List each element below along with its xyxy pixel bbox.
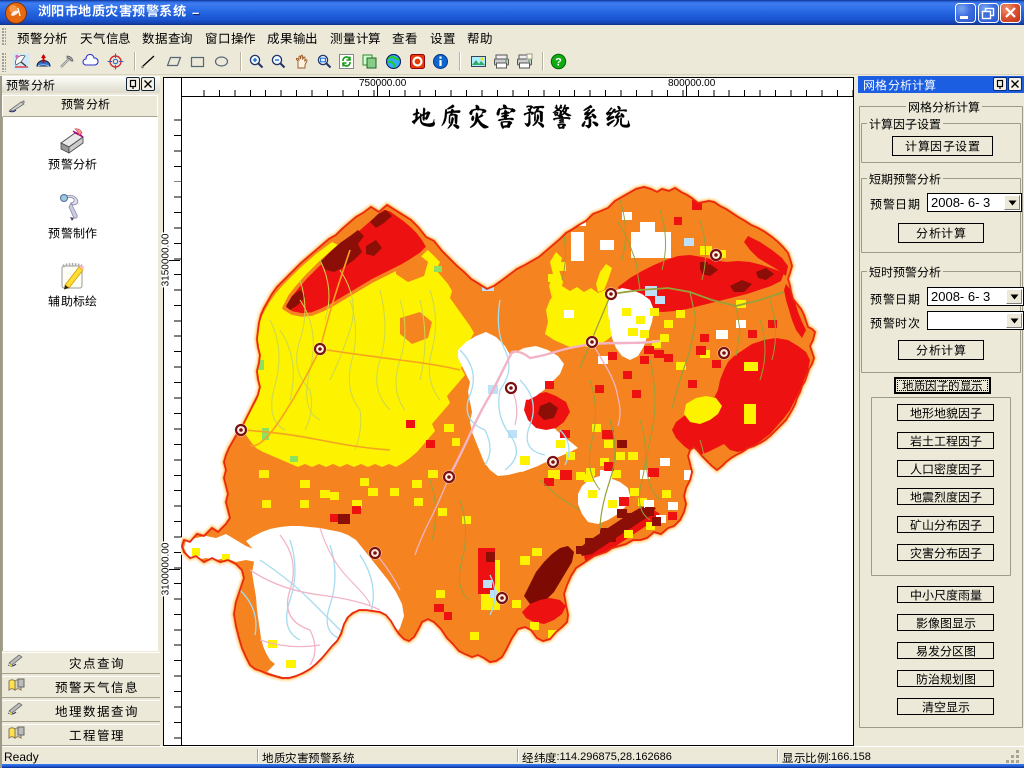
svg-text:?: ? (555, 57, 562, 69)
